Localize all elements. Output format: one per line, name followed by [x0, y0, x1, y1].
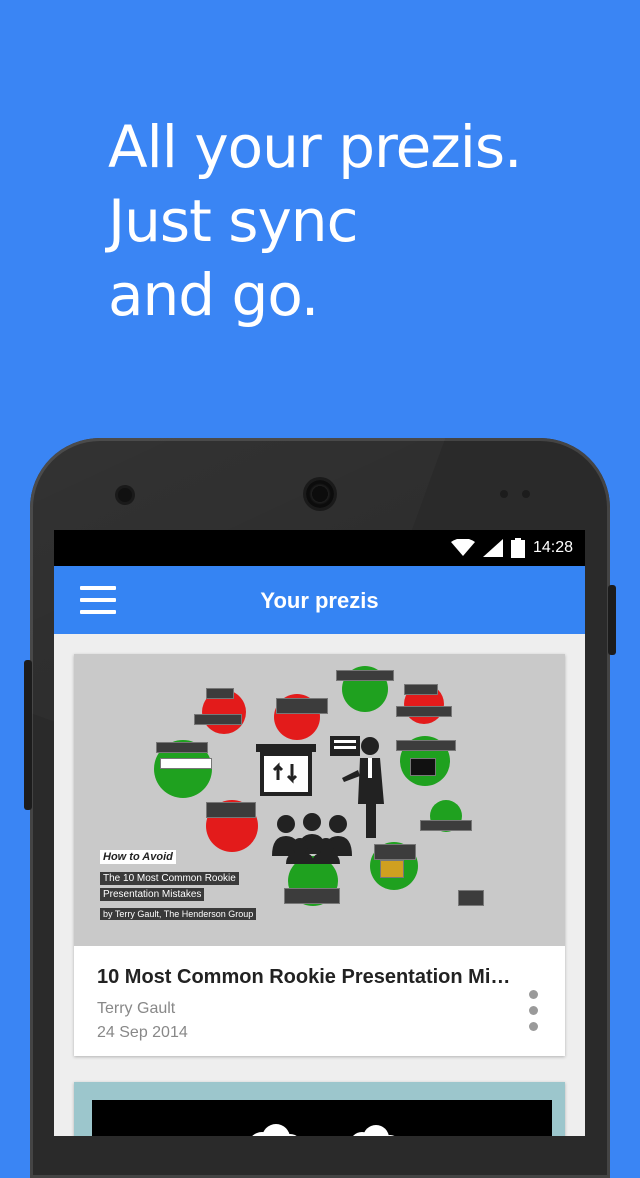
app-bar-title: Your prezis	[260, 588, 379, 613]
prezi-author: Terry Gault	[97, 1000, 176, 1017]
earpiece-speaker-icon	[306, 480, 334, 508]
bubble-label	[156, 742, 208, 753]
status-time: 14:28	[532, 539, 573, 556]
volume-button	[24, 660, 32, 810]
headline-line-2: Just sync	[108, 187, 358, 255]
promo-headline: All your prezis. Just sync and go.	[108, 110, 522, 332]
signal-icon	[482, 539, 503, 557]
presenter-illustration-icon	[256, 736, 384, 864]
power-button	[608, 585, 616, 655]
bubble-label	[160, 758, 212, 769]
bubble-label	[206, 802, 256, 818]
thumbnail-title-line-4: by Terry Gault, The Henderson Group	[100, 908, 257, 920]
more-options-icon[interactable]	[529, 990, 539, 1034]
cloud-illustration-icon	[252, 1124, 395, 1136]
bubble-label	[194, 714, 242, 725]
prezi-date: 24 Sep 2014	[97, 1024, 188, 1041]
front-camera-icon	[118, 488, 132, 502]
light-sensor-icon	[522, 490, 530, 498]
prezi-thumbnail[interactable]	[74, 1082, 565, 1136]
thumbnail-dark-area	[92, 1100, 552, 1136]
thumbnail-title-line-3: Presentation Mistakes	[100, 888, 205, 901]
thumbnail-title-line-1: How to Avoid	[100, 850, 176, 864]
proximity-sensor-icon	[500, 490, 508, 498]
bubble-label	[458, 890, 484, 906]
prezi-title[interactable]: 10 Most Common Rookie Presentation Mista…	[97, 966, 517, 989]
wifi-icon	[450, 539, 475, 556]
phone-screen: 14:28 Your prezis How to Avoid The 10 Mo…	[54, 530, 585, 1136]
app-bar: Your prezis	[54, 566, 585, 634]
bubble-label	[396, 706, 452, 717]
bubble-label	[336, 670, 394, 681]
prezi-thumbnail[interactable]: How to Avoid The 10 Most Common Rookie P…	[74, 654, 565, 946]
battery-icon	[510, 538, 525, 558]
bubble-label	[284, 888, 340, 904]
headline-line-1: All your prezis.	[108, 113, 522, 181]
prezi-card[interactable]: How to Avoid The 10 Most Common Rookie P…	[74, 654, 565, 1056]
prezi-card-body: 10 Most Common Rookie Presentation Mista…	[74, 946, 565, 1056]
thumbnail-title-line-2: The 10 Most Common Rookie	[100, 872, 239, 885]
headline-line-3: and go.	[108, 261, 319, 329]
bubble-label	[206, 688, 234, 699]
bubble-label	[404, 684, 438, 695]
status-bar: 14:28	[54, 530, 585, 566]
prezi-card[interactable]	[74, 1082, 565, 1136]
bubble-label	[276, 698, 328, 714]
